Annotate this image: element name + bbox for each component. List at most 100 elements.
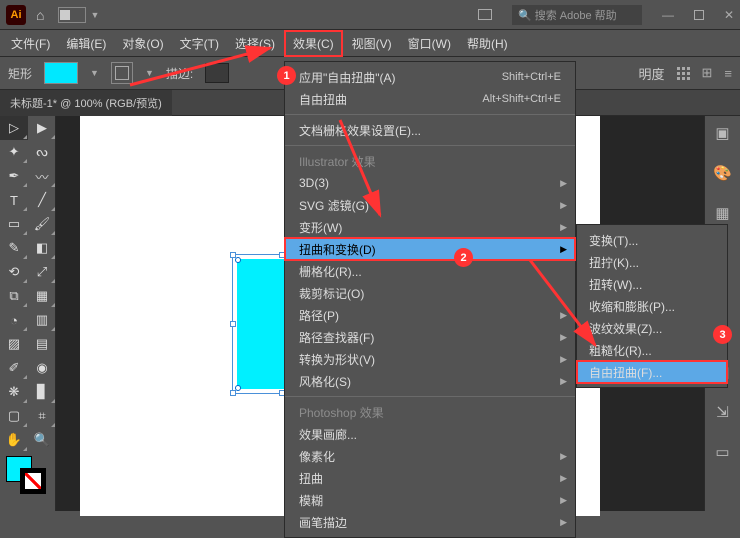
artboard-tool-icon[interactable]: ▢ <box>0 404 28 428</box>
close-button[interactable]: ✕ <box>724 8 734 22</box>
menu-item-doc-raster[interactable]: 文档栅格效果设置(E)... <box>285 119 575 141</box>
menu-select[interactable]: 选择(S) <box>228 32 282 55</box>
type-tool-icon[interactable]: T <box>0 188 28 212</box>
selection-type-label: 矩形 <box>8 65 32 82</box>
anchor-point[interactable] <box>235 257 241 263</box>
chevron-down-icon[interactable]: ▼ <box>90 10 99 20</box>
panel-menu-icon[interactable]: ≡ <box>724 66 732 81</box>
submenu-item-tweak[interactable]: 扭拧(K)... <box>577 251 727 273</box>
menu-item-path[interactable]: 路径(P)▶ <box>285 304 575 326</box>
magic-wand-tool-icon[interactable]: ✦ <box>0 140 28 164</box>
menu-file[interactable]: 文件(F) <box>4 32 57 55</box>
chevron-down-icon[interactable]: ▼ <box>90 68 99 78</box>
maximize-button[interactable] <box>694 10 704 20</box>
workspace-switcher-icon[interactable] <box>58 7 86 23</box>
zoom-tool-icon[interactable]: 🔍 <box>28 428 56 452</box>
shape-builder-tool-icon[interactable]: ◔ <box>0 308 28 332</box>
minimize-button[interactable]: — <box>662 8 674 22</box>
menu-item-3d[interactable]: 3D(3)▶ <box>285 172 575 194</box>
stroke-weight-field[interactable] <box>205 63 229 83</box>
submenu-item-free-distort[interactable]: 自由扭曲(F)... <box>577 361 727 383</box>
menu-type[interactable]: 文字(T) <box>173 32 226 55</box>
resize-handle[interactable] <box>230 390 236 396</box>
arrange-documents-icon[interactable] <box>478 9 492 20</box>
menu-window[interactable]: 窗口(W) <box>401 32 458 55</box>
slice-tool-icon[interactable]: ⌗ <box>28 404 56 428</box>
width-tool-icon[interactable]: ⧉ <box>0 284 28 308</box>
menu-view[interactable]: 视图(V) <box>345 32 399 55</box>
menu-item-svg-filter[interactable]: SVG 滤镜(G)▶ <box>285 194 575 216</box>
menu-item-pixelate[interactable]: 像素化▶ <box>285 445 575 467</box>
symbol-sprayer-tool-icon[interactable]: ❋ <box>0 380 28 404</box>
color-wells <box>0 452 56 492</box>
menu-item-pathfinder[interactable]: 路径查找器(F)▶ <box>285 326 575 348</box>
column-graph-tool-icon[interactable]: ▊ <box>28 380 56 404</box>
selection-tool-icon[interactable]: ▷ <box>0 116 28 140</box>
menu-item-brush-strokes[interactable]: 画笔描边▶ <box>285 511 575 533</box>
help-search-input[interactable]: 🔍 搜索 Adobe 帮助 <box>512 5 642 25</box>
transform-panel-icon[interactable]: ⊞ <box>702 65 713 81</box>
shaper-tool-icon[interactable]: ✎ <box>0 236 28 260</box>
menu-item-crop-marks[interactable]: 裁剪标记(O) <box>285 282 575 304</box>
anchor-point[interactable] <box>235 385 241 391</box>
menu-item-last-effect[interactable]: 自由扭曲Alt+Shift+Ctrl+E <box>285 88 575 110</box>
menu-item-apply-last[interactable]: 应用"自由扭曲"(A)Shift+Ctrl+E <box>285 66 575 88</box>
submenu-item-zigzag[interactable]: 波纹效果(Z)... <box>577 317 727 339</box>
submenu-item-twist[interactable]: 扭转(W)... <box>577 273 727 295</box>
free-transform-tool-icon[interactable]: ▦ <box>28 284 56 308</box>
asset-export-panel-icon[interactable]: ⇲ <box>716 403 729 421</box>
color-panel-icon[interactable]: 🎨 <box>713 164 732 182</box>
fill-color-swatch[interactable] <box>44 62 78 84</box>
menu-separator <box>285 114 575 115</box>
menu-effect[interactable]: 效果(C) <box>284 30 343 57</box>
stroke-color-well[interactable] <box>20 468 46 494</box>
document-tab[interactable]: 未标题-1* @ 100% (RGB/预览) <box>0 90 172 116</box>
direct-selection-tool-icon[interactable]: ▶ <box>28 116 56 140</box>
control-bar-right: 明度 ⊞ ≡ <box>638 64 732 83</box>
rectangle-tool-icon[interactable]: ▭ <box>0 212 28 236</box>
menu-help[interactable]: 帮助(H) <box>460 32 515 55</box>
perspective-grid-tool-icon[interactable]: ▥ <box>28 308 56 332</box>
menu-item-blur[interactable]: 模糊▶ <box>285 489 575 511</box>
align-panel-icon[interactable] <box>677 67 690 80</box>
menu-item-rasterize[interactable]: 栅格化(R)... <box>285 260 575 282</box>
menu-item-effect-gallery[interactable]: 效果画廊... <box>285 423 575 445</box>
distort-transform-submenu: 变换(T)... 扭拧(K)... 扭转(W)... 收缩和膨胀(P)... 波… <box>576 224 728 388</box>
eyedropper-tool-icon[interactable]: ✐ <box>0 356 28 380</box>
menu-item-warp[interactable]: 变形(W)▶ <box>285 216 575 238</box>
menu-header-photoshop: Photoshop 效果 <box>285 401 575 423</box>
submenu-item-roughen[interactable]: 粗糙化(R)... <box>577 339 727 361</box>
menu-item-convert-shape[interactable]: 转换为形状(V)▶ <box>285 348 575 370</box>
menu-item-distort-ps[interactable]: 扭曲▶ <box>285 467 575 489</box>
resize-handle[interactable] <box>230 321 236 327</box>
lasso-tool-icon[interactable]: ᔓ <box>28 140 56 164</box>
curvature-tool-icon[interactable]: 〰 <box>28 164 56 188</box>
paintbrush-tool-icon[interactable]: 🖌 <box>28 212 56 236</box>
home-icon[interactable]: ⌂ <box>36 7 44 23</box>
eraser-tool-icon[interactable]: ◧ <box>28 236 56 260</box>
blend-tool-icon[interactable]: ◉ <box>28 356 56 380</box>
submenu-item-transform[interactable]: 变换(T)... <box>577 229 727 251</box>
swatches-panel-icon[interactable]: ▦ <box>715 204 729 222</box>
menu-item-distort-transform[interactable]: 扭曲和变换(D)▶ <box>285 238 575 260</box>
libraries-panel-icon[interactable]: ▭ <box>715 443 729 461</box>
hand-tool-icon[interactable]: ✋ <box>0 428 28 452</box>
properties-panel-icon[interactable]: ▣ <box>715 124 729 142</box>
menu-bar: 文件(F) 编辑(E) 对象(O) 文字(T) 选择(S) 效果(C) 视图(V… <box>0 30 740 56</box>
stroke-color-swatch[interactable] <box>111 62 133 84</box>
mesh-tool-icon[interactable]: ▨ <box>0 332 28 356</box>
menu-header-illustrator: Illustrator 效果 <box>285 150 575 172</box>
rotate-tool-icon[interactable]: ⟲ <box>0 260 28 284</box>
stroke-label: 描边: <box>166 65 193 82</box>
submenu-item-pucker[interactable]: 收缩和膨胀(P)... <box>577 295 727 317</box>
menu-item-stylize[interactable]: 风格化(S)▶ <box>285 370 575 392</box>
pen-tool-icon[interactable]: ✒ <box>0 164 28 188</box>
menu-edit[interactable]: 编辑(E) <box>59 32 113 55</box>
gradient-tool-icon[interactable]: ▤ <box>28 332 56 356</box>
scale-tool-icon[interactable]: ⤢ <box>28 260 56 284</box>
effects-menu-dropdown: 应用"自由扭曲"(A)Shift+Ctrl+E 自由扭曲Alt+Shift+Ct… <box>284 61 576 538</box>
line-tool-icon[interactable]: ╱ <box>28 188 56 212</box>
annotation-badge-3: 3 <box>713 325 732 344</box>
chevron-down-icon[interactable]: ▼ <box>145 68 154 78</box>
menu-object[interactable]: 对象(O) <box>115 32 170 55</box>
